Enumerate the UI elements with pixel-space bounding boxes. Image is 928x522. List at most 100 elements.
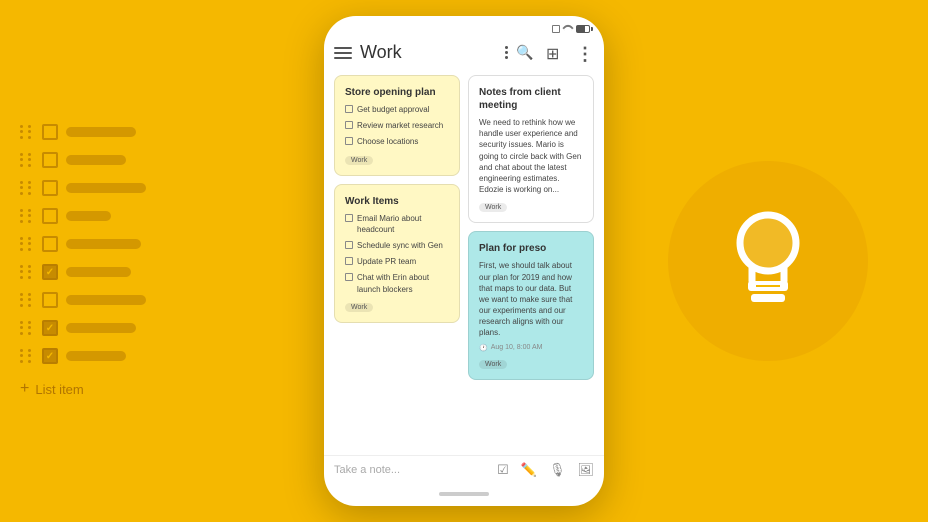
mic-icon[interactable]: 🎙 — [549, 462, 566, 478]
take-note-row: Take a note... ☑ ✏️ 🎙 🖼 — [334, 462, 594, 478]
note-checkbox[interactable] — [345, 273, 353, 281]
status-bar — [324, 16, 604, 38]
list-item — [20, 152, 146, 168]
list-bar — [66, 351, 126, 361]
checkbox-checked[interactable] — [42, 320, 58, 336]
drag-icon[interactable] — [20, 153, 34, 167]
search-icon[interactable]: 🔍 — [516, 44, 534, 62]
signal-icon — [552, 25, 560, 33]
note-checkbox-row: Review market research — [345, 120, 449, 131]
drag-icon[interactable] — [20, 125, 34, 139]
checkbox-label: Update PR team — [357, 256, 416, 267]
list-item — [20, 236, 146, 252]
checkbox-label: Review market research — [357, 120, 443, 131]
list-bar — [66, 183, 146, 193]
image-icon[interactable]: 🖼 — [577, 462, 594, 478]
list-bar — [66, 211, 111, 221]
checkbox-label: Chat with Erin about launch blockers — [357, 272, 449, 294]
list-bar — [66, 155, 126, 165]
drag-icon[interactable] — [20, 293, 34, 307]
more-options-icon[interactable]: ⋮ — [576, 44, 594, 62]
note-checkbox-row: Schedule sync with Gen — [345, 240, 449, 251]
logo-container — [668, 161, 868, 361]
drag-icon[interactable] — [20, 321, 34, 335]
take-note-input[interactable]: Take a note... — [334, 464, 400, 476]
note-checkbox-row: Get budget approval — [345, 104, 449, 115]
phone-mockup: Work 🔍 ⊞ ⋮ Store opening plan Get budget… — [324, 16, 604, 506]
overflow-menu-button[interactable] — [505, 46, 508, 59]
note-checkbox[interactable] — [345, 214, 353, 222]
note-title: Plan for preso — [479, 242, 583, 255]
wifi-icon — [562, 22, 573, 33]
note-checkbox[interactable] — [345, 241, 353, 249]
notes-grid: Store opening plan Get budget approval R… — [324, 69, 604, 455]
drag-icon[interactable] — [20, 209, 34, 223]
drag-icon[interactable] — [20, 237, 34, 251]
checkbox-label: Schedule sync with Gen — [357, 240, 443, 251]
note-tag: Work — [479, 360, 507, 369]
checkbox-icon[interactable]: ☑ — [497, 462, 509, 478]
list-bar — [66, 127, 136, 137]
note-checkbox[interactable] — [345, 105, 353, 113]
note-checkbox[interactable] — [345, 121, 353, 129]
note-title: Work Items — [345, 195, 449, 208]
note-checkbox[interactable] — [345, 137, 353, 145]
clock-icon: 🕐 — [479, 344, 488, 352]
note-date: 🕐 Aug 10, 8:00 AM — [479, 344, 583, 352]
checkbox-checked[interactable] — [42, 264, 58, 280]
checkbox[interactable] — [42, 180, 58, 196]
brush-icon[interactable]: ✏️ — [521, 462, 537, 478]
add-item-label[interactable]: List item — [35, 382, 83, 397]
note-plan-preso[interactable]: Plan for preso First, we should talk abo… — [468, 231, 594, 379]
checkbox-label: Email Mario about headcount — [357, 213, 449, 235]
menu-icon[interactable] — [334, 47, 352, 59]
list-item — [20, 320, 146, 336]
note-checkbox-row: Chat with Erin about launch blockers — [345, 272, 449, 294]
add-icon: + — [20, 380, 29, 398]
checkbox-label: Choose locations — [357, 136, 418, 147]
note-text: First, we should talk about our plan for… — [479, 260, 583, 338]
list-item — [20, 124, 146, 140]
left-list-panel: + List item — [20, 124, 146, 398]
bottom-bar: Take a note... ☑ ✏️ 🎙 🖼 — [324, 455, 604, 486]
note-checkbox-row: Email Mario about headcount — [345, 213, 449, 235]
list-item — [20, 208, 146, 224]
note-store-opening[interactable]: Store opening plan Get budget approval R… — [334, 75, 460, 176]
note-title: Notes from client meeting — [479, 86, 583, 112]
checkbox[interactable] — [42, 292, 58, 308]
note-checkbox[interactable] — [345, 257, 353, 265]
list-bar — [66, 239, 141, 249]
note-text: We need to rethink how we handle user ex… — [479, 117, 583, 195]
bottom-icons: ☑ ✏️ 🎙 🖼 — [497, 462, 594, 478]
layout-icon[interactable]: ⊞ — [546, 44, 564, 62]
list-bar — [66, 267, 131, 277]
app-toolbar: Work 🔍 ⊞ ⋮ — [324, 38, 604, 69]
checkbox[interactable] — [42, 236, 58, 252]
note-work-items[interactable]: Work Items Email Mario about headcount S… — [334, 184, 460, 323]
add-item-row[interactable]: + List item — [20, 380, 146, 398]
list-item — [20, 264, 146, 280]
note-client-meeting[interactable]: Notes from client meeting We need to ret… — [468, 75, 594, 223]
checkbox-checked[interactable] — [42, 348, 58, 364]
home-indicator — [439, 492, 489, 496]
checkbox[interactable] — [42, 124, 58, 140]
note-checkbox-row: Choose locations — [345, 136, 449, 147]
app-title: Work — [360, 42, 497, 63]
list-bar — [66, 295, 146, 305]
list-item — [20, 348, 146, 364]
checkbox[interactable] — [42, 208, 58, 224]
lightbulb-icon — [708, 201, 828, 321]
right-note-col: Notes from client meeting We need to ret… — [468, 75, 594, 449]
drag-icon[interactable] — [20, 265, 34, 279]
toolbar-icons: 🔍 ⊞ ⋮ — [516, 44, 594, 62]
list-item — [20, 292, 146, 308]
list-bar — [66, 323, 136, 333]
drag-icon[interactable] — [20, 349, 34, 363]
list-item — [20, 180, 146, 196]
checkbox[interactable] — [42, 152, 58, 168]
note-checkbox-row: Update PR team — [345, 256, 449, 267]
battery-icon — [576, 25, 590, 33]
note-title: Store opening plan — [345, 86, 449, 99]
drag-icon[interactable] — [20, 181, 34, 195]
phone-home-bar — [324, 486, 604, 506]
